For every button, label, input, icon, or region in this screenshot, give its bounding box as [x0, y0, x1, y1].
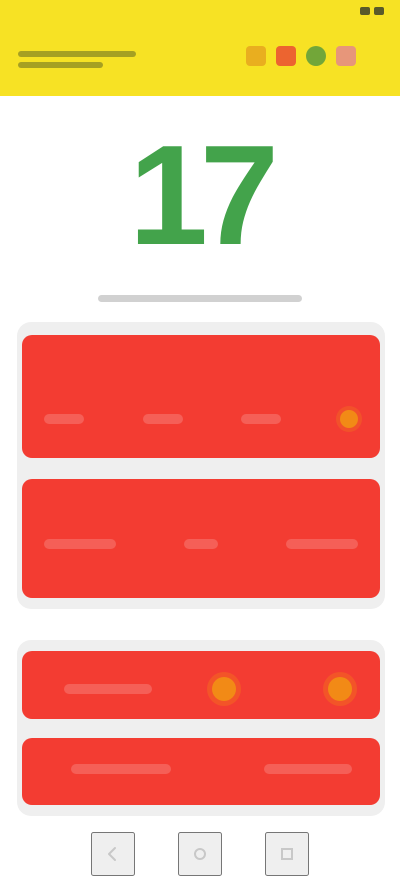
globe-icon[interactable]	[306, 46, 326, 66]
card-d-row	[46, 764, 352, 774]
card-a-placeholder-2	[142, 414, 183, 424]
score-value: 17	[129, 116, 279, 275]
heart-icon[interactable]	[336, 46, 356, 66]
status-bar	[0, 0, 400, 22]
recent-apps-icon-glyph	[280, 848, 293, 860]
home-icon-glyph	[193, 848, 206, 860]
secondary-card-group	[17, 640, 385, 816]
bottom-navigation	[0, 819, 400, 889]
orange-dot-icon	[212, 677, 236, 701]
red-card-d[interactable]	[22, 738, 380, 805]
card-c-row	[46, 677, 352, 701]
orange-dot-icon	[328, 677, 352, 701]
back-icon[interactable]	[91, 832, 136, 876]
card-a-row	[44, 410, 358, 428]
orange-dot-icon	[339, 410, 358, 428]
sun-icon[interactable]	[246, 46, 266, 66]
card-c-placeholder-1	[64, 684, 152, 694]
primary-card-group	[17, 322, 385, 609]
red-card-a[interactable]	[22, 335, 380, 458]
score-subtitle-placeholder	[98, 295, 302, 302]
fire-icon[interactable]	[276, 46, 296, 66]
card-a-placeholder-3	[241, 414, 282, 424]
card-b-row	[44, 539, 358, 549]
red-card-c[interactable]	[22, 651, 380, 719]
card-b-placeholder-2	[184, 539, 218, 549]
app-actions	[246, 46, 356, 66]
card-d-placeholder-2	[263, 764, 352, 774]
card-b-placeholder-3	[286, 539, 358, 549]
red-card-b[interactable]	[22, 479, 380, 598]
status-icons	[360, 7, 384, 15]
card-d-placeholder-1	[71, 764, 172, 774]
app-bar	[0, 22, 400, 96]
recent-apps-icon[interactable]	[264, 832, 309, 876]
card-a-placeholder-1	[44, 414, 84, 424]
app-title	[18, 44, 136, 74]
back-icon-glyph	[108, 847, 117, 861]
app-title-stroke-1	[18, 50, 136, 57]
app-screen: 17	[0, 0, 400, 889]
app-title-stroke-2	[18, 61, 103, 68]
home-icon[interactable]	[177, 832, 222, 876]
wifi-icon	[360, 7, 370, 15]
card-b-placeholder-1	[44, 539, 116, 549]
battery-icon	[374, 7, 384, 15]
